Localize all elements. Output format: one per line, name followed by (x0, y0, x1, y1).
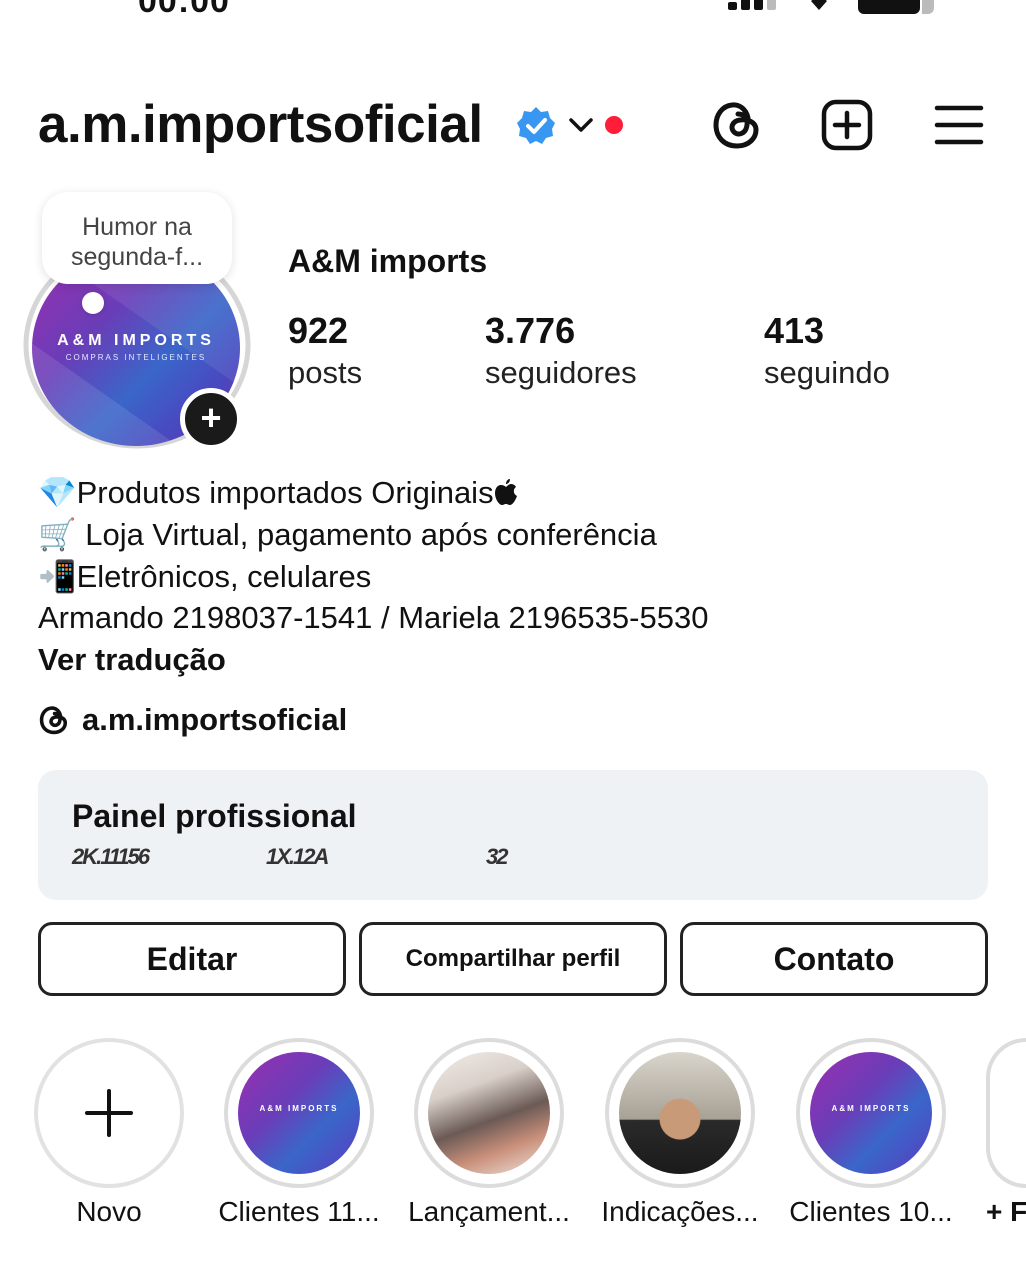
threads-handle: a.m.importsoficial (82, 702, 348, 737)
following-label[interactable]: seguindo (764, 355, 890, 391)
contact-label: Contato (773, 940, 895, 977)
display-name: A&M imports (288, 243, 488, 279)
posts-label[interactable]: posts (288, 355, 362, 391)
edit-profile-label: Editar (146, 940, 238, 977)
apple-icon (494, 478, 517, 505)
dashboard-stat-1: 2K.11156 (72, 844, 150, 869)
highlight-label-partial: + F (986, 1196, 1026, 1227)
profile-note-text: Humor na segunda-f... (70, 213, 204, 271)
chevron-down-icon[interactable] (566, 110, 596, 140)
add-story-button[interactable]: + (180, 388, 242, 450)
highlight-cover (619, 1052, 741, 1174)
highlight-new[interactable] (34, 1038, 184, 1188)
profile-note[interactable]: Humor na segunda-f... (42, 192, 232, 284)
dashboard-stat-2: 1X.12A (266, 844, 329, 869)
bio-line-2: 🛒 Loja Virtual, pagamento após conferênc… (38, 517, 657, 552)
threads-profile-link[interactable]: a.m.importsoficial (38, 702, 347, 738)
highlight-lancamentos[interactable] (414, 1038, 564, 1188)
share-profile-button[interactable]: Compartilhar perfil (359, 922, 667, 996)
professional-dashboard[interactable] (38, 770, 988, 900)
highlight-clientes-11[interactable]: A&M IMPORTS (224, 1038, 374, 1188)
edit-profile-button[interactable]: Editar (38, 922, 346, 996)
battery-icon (858, 0, 934, 14)
highlight-label-clientes-10: Clientes 10... (789, 1196, 953, 1227)
highlight-label-lancamentos: Lançament... (408, 1196, 570, 1227)
avatar-logo-text: A&M IMPORTS (57, 332, 215, 349)
status-time: 00:00 (138, 0, 230, 20)
menu-icon[interactable] (932, 98, 986, 152)
highlight-label-new: Novo (76, 1196, 142, 1227)
note-bubble-tail (82, 292, 104, 314)
followers-count[interactable]: 3.776 (485, 310, 575, 352)
highlight-label-clientes-11: Clientes 11... (218, 1196, 380, 1227)
highlight-label-indicacoes: Indicações... (601, 1196, 759, 1227)
posts-count[interactable]: 922 (288, 310, 348, 352)
wifi-icon (811, 0, 827, 10)
bio-line-4: Armando 2198037-1541 / Mariela 2196535-5… (38, 600, 709, 635)
plus-icon (85, 1089, 133, 1137)
dashboard-stat-3: 32 (486, 844, 509, 869)
avatar-logo-subtitle: COMPRAS INTELIGENTES (65, 353, 207, 362)
highlight-clientes-10[interactable]: A&M IMPORTS (796, 1038, 946, 1188)
followers-label[interactable]: seguidores (485, 355, 637, 391)
highlight-indicacoes[interactable] (605, 1038, 755, 1188)
highlight-cover: A&M IMPORTS (810, 1052, 932, 1174)
threads-small-icon (39, 706, 68, 735)
create-post-icon[interactable] (820, 98, 874, 152)
profile-username[interactable]: a.m.importsoficial (38, 94, 483, 155)
bio-line-3: 📲Eletrônicos, celulares (38, 559, 372, 594)
dashboard-title: Painel profissional (72, 798, 357, 834)
threads-icon[interactable] (710, 98, 764, 152)
translate-link[interactable]: Ver tradução (38, 642, 226, 678)
verified-badge-icon (517, 107, 555, 144)
following-count[interactable]: 413 (764, 310, 824, 352)
highlight-cover: A&M IMPORTS (238, 1052, 360, 1174)
notification-dot (605, 116, 623, 134)
bio-line-1: 💎Produtos importados Originais (38, 475, 494, 510)
highlight-partial[interactable] (986, 1038, 1026, 1188)
contact-button[interactable]: Contato (680, 922, 988, 996)
signal-icon (728, 0, 776, 10)
highlight-cover (428, 1052, 550, 1174)
share-profile-label: Compartilhar perfil (405, 945, 621, 972)
